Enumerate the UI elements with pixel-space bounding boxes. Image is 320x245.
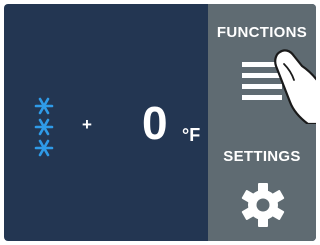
gear-icon — [241, 183, 285, 227]
temperature-sign: + — [82, 115, 92, 134]
temperature-unit: °F — [182, 125, 201, 145]
snowflake-icon — [34, 97, 54, 157]
settings-label: SETTINGS — [223, 148, 301, 165]
freeze-mode-indicator — [33, 96, 55, 158]
settings-button[interactable]: SETTINGS — [208, 134, 316, 241]
control-screen: + 0 °F FUNCTIONS SETTINGS — [4, 4, 316, 241]
side-panel: FUNCTIONS SETTINGS — [208, 4, 316, 241]
functions-label: FUNCTIONS — [216, 24, 308, 41]
functions-button[interactable]: FUNCTIONS — [208, 4, 316, 124]
hand-pointer-icon — [274, 49, 316, 124]
temperature-value: 0 — [142, 97, 168, 149]
